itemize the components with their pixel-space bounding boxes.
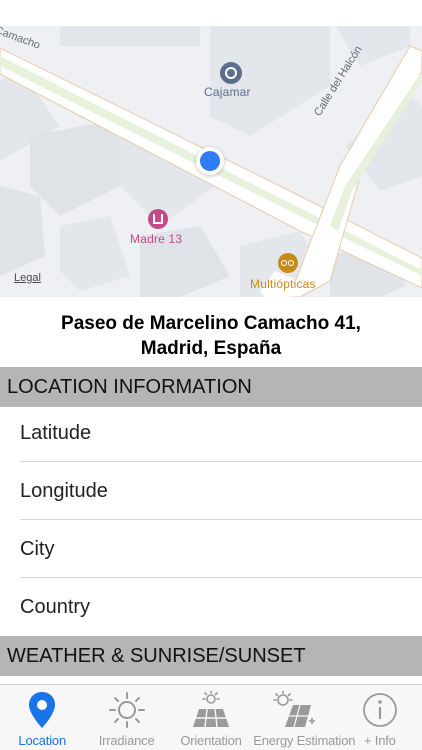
status-bar [0, 0, 422, 26]
shopping-icon [148, 209, 168, 229]
row-city[interactable]: City [20, 520, 422, 578]
solar-energy-plug-icon [271, 690, 319, 736]
row-latitude[interactable]: Latitude [20, 404, 422, 462]
section-header-location: LOCATION INFORMATION [0, 367, 422, 407]
section-header-weather: WEATHER & SUNRISE/SUNSET [0, 636, 422, 676]
map-view[interactable]: Camacho Calle del Halcón Cajamar Madre 1… [0, 26, 422, 297]
address-label: Paseo de Marcelino Camacho 41, Madrid, E… [0, 311, 422, 361]
address-line-1: Paseo de Marcelino Camacho 41, [61, 313, 361, 334]
row-country[interactable]: Country [20, 578, 422, 636]
tab-location[interactable]: Location [0, 685, 84, 750]
tab-info-label: + Info [363, 733, 396, 748]
current-location-dot [196, 147, 224, 175]
tab-irradiance[interactable]: Irradiance [84, 685, 168, 750]
tab-irradiance-label: Irradiance [98, 733, 155, 748]
tab-info[interactable]: + Info [338, 685, 422, 750]
poi-madre13[interactable] [148, 209, 168, 229]
tab-location-label: Location [18, 733, 66, 748]
glasses-icon [278, 253, 298, 273]
tab-energy-estimation[interactable]: Energy Estimation [253, 685, 356, 750]
sun-icon [107, 691, 147, 734]
poi-multiopticas[interactable] [278, 253, 298, 273]
info-icon [361, 691, 399, 734]
poi-cajamar[interactable] [218, 62, 242, 84]
bank-icon [220, 62, 242, 84]
map-legal-link[interactable]: Legal [14, 272, 41, 284]
location-pin-icon [28, 691, 56, 734]
address-line-2: Madrid, España [140, 338, 282, 359]
tab-energy-estimation-label: Energy Estimation [253, 733, 356, 748]
tab-bar: Location Irradiance Orientation Energy E… [0, 684, 422, 750]
poi-label-cajamar: Cajamar [204, 85, 251, 99]
solar-panel-sun-icon [189, 690, 233, 736]
poi-label-multiopticas: Multiópticas [250, 277, 316, 291]
tab-orientation[interactable]: Orientation [169, 685, 253, 750]
tab-orientation-label: Orientation [180, 733, 242, 748]
poi-label-madre13: Madre 13 [130, 232, 183, 246]
row-longitude[interactable]: Longitude [20, 462, 422, 520]
